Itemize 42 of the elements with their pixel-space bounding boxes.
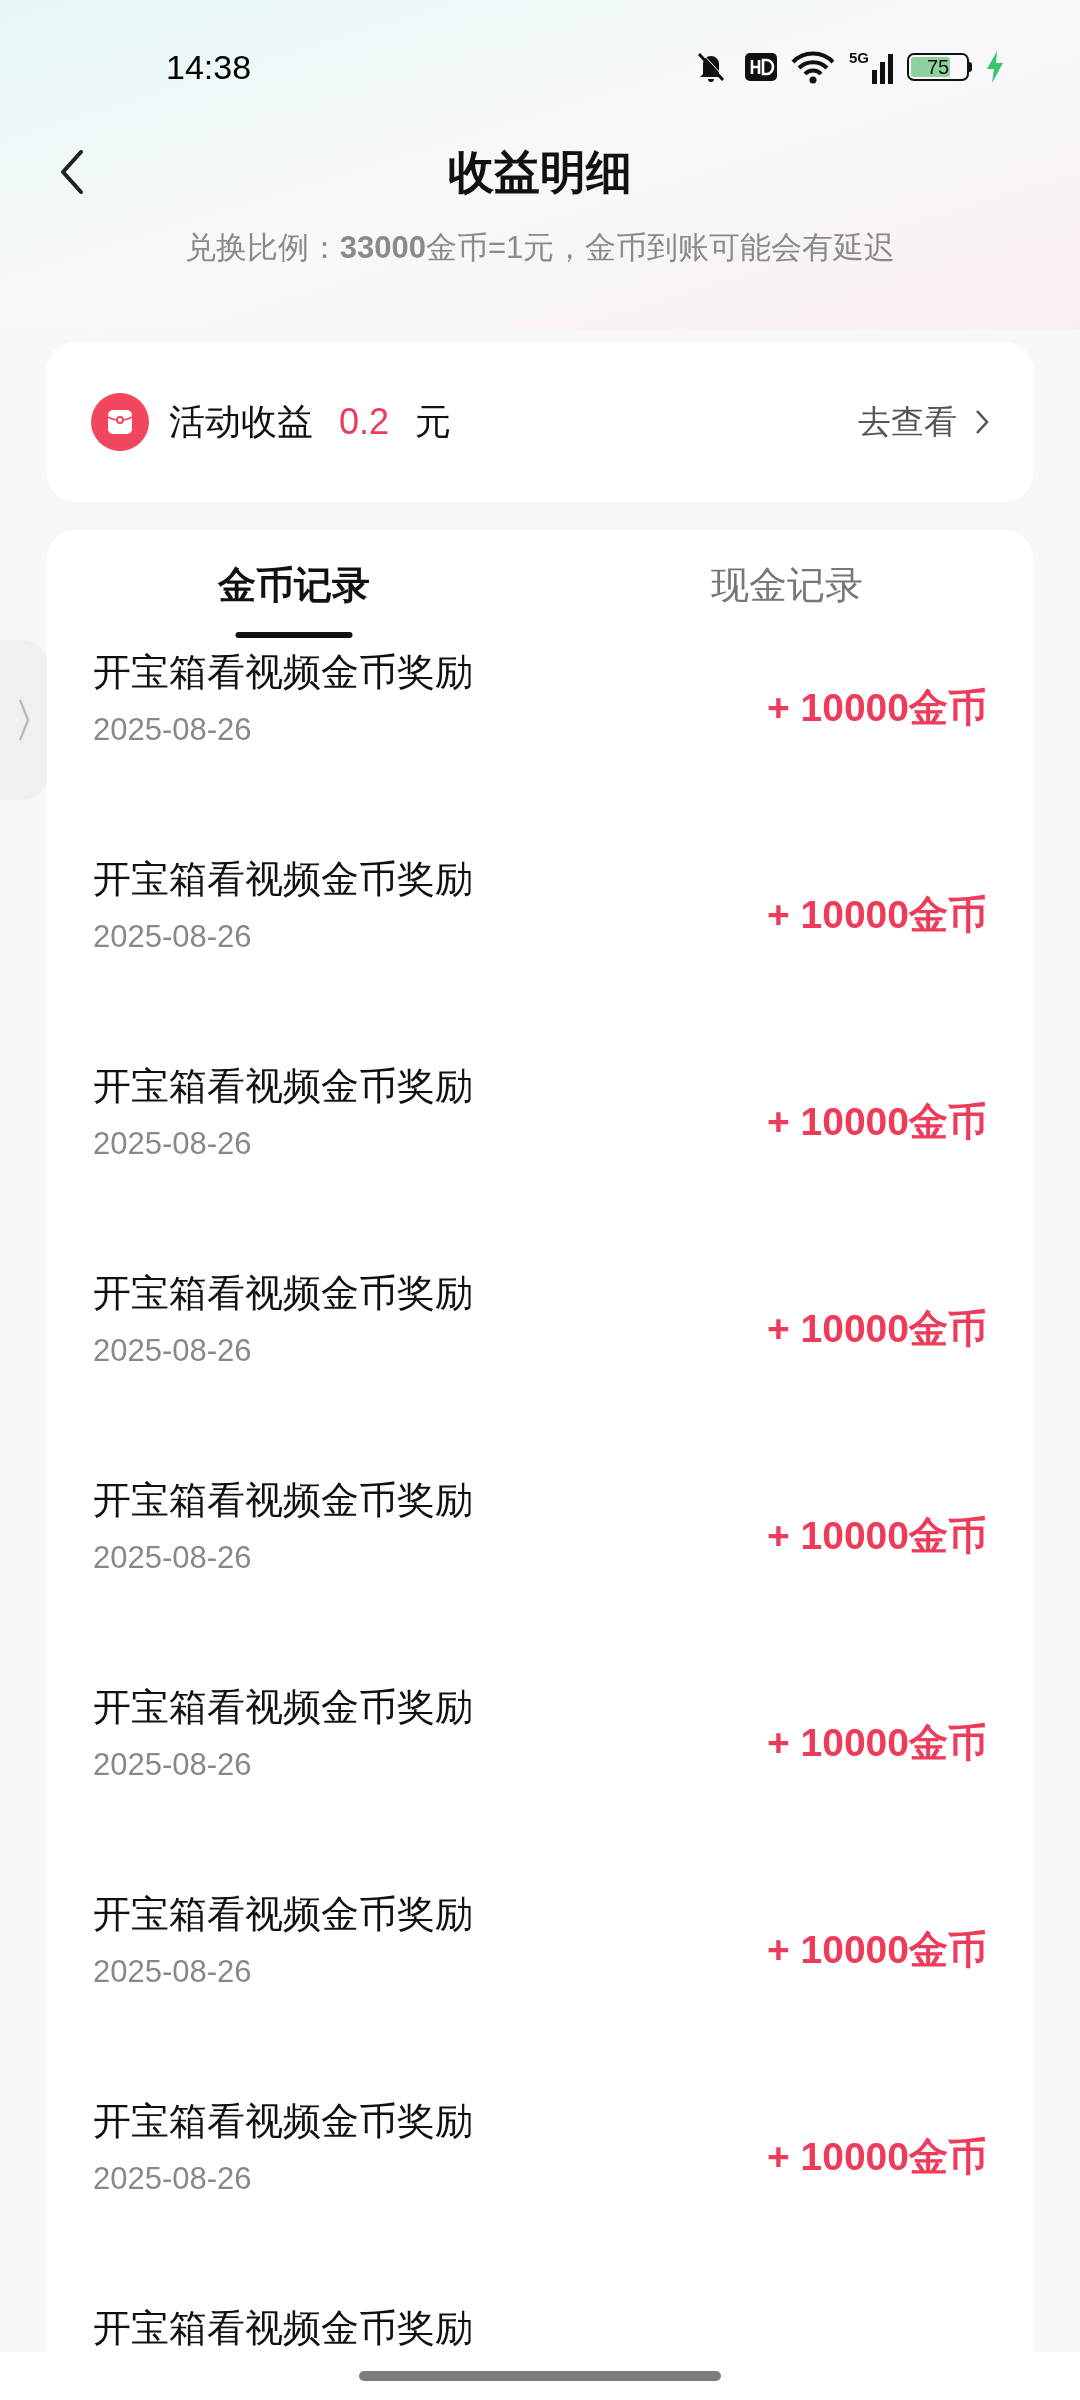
record-date: 2025-08-26	[93, 1125, 253, 1163]
record-amount: + 10000金币	[766, 1306, 987, 1352]
battery-icon: 75	[907, 53, 972, 81]
charging-icon	[986, 51, 1004, 83]
exchange-rate-note: 兑换比例：33000金币=1元，金币到账可能会有延迟	[184, 229, 896, 267]
hd-icon	[745, 53, 777, 81]
envelope-icon	[91, 393, 149, 451]
home-indicator[interactable]	[359, 2371, 721, 2381]
record-date: 2025-08-26	[93, 1539, 253, 1577]
record-date: 2025-08-26	[93, 711, 253, 749]
record-amount: + 10000金币	[766, 685, 987, 731]
activity-amount: 0.2	[339, 400, 390, 444]
record-title: 开宝箱看视频金币奖励	[93, 1478, 473, 1522]
record-amount: + 10000金币	[766, 2134, 987, 2180]
records-tab[interactable]: 现金记录	[540, 530, 1033, 640]
chevron-icon	[975, 409, 989, 435]
record-amount: + 10000金币	[766, 1513, 987, 1559]
view-link[interactable]: 去查看	[858, 397, 989, 447]
record-date: 2025-08-26	[93, 918, 253, 956]
record-date: 2025-08-26	[93, 1746, 253, 1784]
page-title: 收益明细	[448, 149, 632, 195]
record-amount: + 10000金币	[766, 1927, 987, 1973]
record-title: 开宝箱看视频金币奖励	[93, 2306, 473, 2350]
record-title: 开宝箱看视频金币奖励	[93, 2099, 473, 2143]
record-title: 开宝箱看视频金币奖励	[93, 1685, 473, 1729]
record-title: 开宝箱看视频金币奖励	[93, 1892, 473, 1936]
wifi-icon	[791, 50, 835, 84]
record-date: 2025-08-26	[93, 1953, 253, 1991]
record-date: 2025-08-26	[93, 1332, 253, 1370]
record-title: 开宝箱看视频金币奖励	[93, 1064, 473, 1108]
status-time: 14:38	[166, 46, 252, 88]
record-amount: + 10000金币	[766, 892, 987, 938]
side-drawer-handle[interactable]	[0, 640, 47, 800]
record-date: 2025-08-26	[93, 2160, 253, 2198]
record-title: 开宝箱看视频金币奖励	[93, 857, 473, 901]
records-tab[interactable]: 金币记录	[47, 530, 540, 640]
record-title: 开宝箱看视频金币奖励	[93, 1271, 473, 1315]
record-amount: + 10000金币	[766, 1099, 987, 1145]
record-amount: + 10000金币	[766, 1720, 987, 1766]
activity-label: 活动收益	[169, 400, 313, 444]
currency-unit: 元	[415, 400, 452, 444]
record-title: 开宝箱看视频金币奖励	[93, 650, 473, 694]
